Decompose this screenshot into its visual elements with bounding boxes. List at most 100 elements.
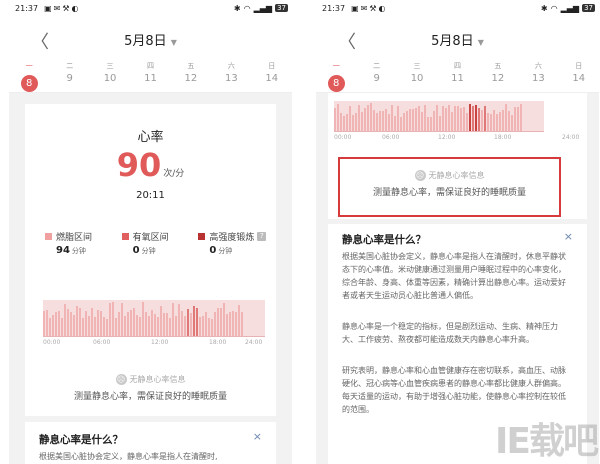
axis-label: 06:00 (93, 339, 111, 346)
chart-bar (439, 116, 441, 131)
chart-bar (349, 106, 351, 131)
chart-bar (58, 311, 60, 336)
zone-aerobic: 有氧区间 0 分钟 (121, 230, 199, 256)
day-item[interactable]: 六 13 (211, 62, 251, 92)
chart-bar (511, 115, 513, 131)
chart-bar (148, 316, 150, 336)
help-icon[interactable]: ? (257, 232, 267, 241)
chart-bar (52, 315, 54, 336)
chart-bar (379, 111, 381, 131)
chart-bar (61, 318, 63, 336)
header: 〈 5月8日 ▼ (9, 16, 292, 62)
chart-bar (43, 311, 45, 336)
date-selector[interactable]: 5月8日 ▼ (316, 30, 599, 49)
chart-bar (400, 117, 402, 131)
chart-bar (91, 308, 93, 336)
chart-bar (163, 313, 165, 336)
chart-bar (460, 108, 462, 131)
heart-rate-title: 心率 (137, 130, 164, 145)
bluetooth-icon: ✱ (233, 3, 241, 13)
chart-bar (424, 105, 426, 131)
chart-bar (178, 304, 180, 336)
chart-bar (238, 305, 240, 336)
day-item[interactable]: 六 13 (518, 62, 558, 92)
chart-bar (433, 111, 435, 131)
chart-bar (79, 308, 81, 336)
chart-bar (454, 106, 456, 131)
notification-icons: ▣✉⚒◐ (351, 3, 388, 13)
chart-bar (457, 106, 459, 131)
chart-bar (103, 317, 105, 336)
heart-rate-card: 00:00 06:00 12:00 18:00 24:00 ☹ 无静息心率信息 测… (328, 93, 587, 219)
chart-bar (67, 309, 69, 336)
chart-bar (337, 104, 339, 131)
chart-bar (505, 104, 507, 131)
chart-bar (472, 106, 474, 131)
zone-swatch (198, 233, 206, 240)
chart-bar (193, 306, 195, 336)
axis-label: 00:00 (43, 339, 61, 346)
bluetooth-icon: ✱ (540, 3, 548, 13)
chart-bar (514, 107, 516, 131)
chart-bar (223, 303, 225, 336)
day-item[interactable]: 四 11 (130, 62, 170, 92)
chart-bar (154, 314, 156, 336)
chart-bar (376, 113, 378, 131)
day-item[interactable]: 二9 (49, 62, 89, 92)
chart-bar (409, 109, 411, 131)
chart-bars (43, 300, 265, 337)
date-selector[interactable]: 5月8日 ▼ (9, 30, 292, 49)
phone-screen-left: 21:37 ▣✉⚒◐ ✱ ◠ ▂▄▆ 37 〈 5月8日 ▼ 一8 二9 三 10 … (9, 0, 292, 464)
heart-rate-zones: 燃脂区间 94 分钟 有氧区间 0 分钟 高强度锻炼? 0 分钟 (45, 230, 275, 256)
status-bar: 21:37 ▣✉⚒◐ ✱ ◠ ▂▄▆ 37 (316, 0, 599, 16)
chart-bar (373, 110, 375, 131)
chart-bar (100, 311, 102, 336)
chart-bar (520, 104, 522, 131)
chart-bar (187, 309, 189, 336)
no-resting-info: 无静息心率信息 (428, 171, 485, 180)
chart-bar (109, 303, 111, 336)
close-icon[interactable]: × (564, 230, 573, 243)
day-item[interactable]: 一8 (316, 62, 356, 92)
chart-bar (202, 316, 204, 336)
chart-bar (430, 117, 432, 131)
wifi-icon: ◠ (550, 3, 558, 13)
chart-bar (127, 312, 129, 336)
chart-bar (121, 303, 123, 336)
chart-bar (112, 302, 114, 336)
day-item[interactable]: 日 14 (559, 62, 599, 92)
day-item[interactable]: 日 14 (252, 62, 292, 92)
day-item[interactable]: 五 12 (478, 62, 518, 92)
sad-face-icon: ☹ (115, 374, 127, 385)
chart-bar (370, 103, 372, 131)
caret-down-icon: ▼ (170, 38, 177, 47)
chart-bar (106, 319, 108, 336)
chart-bar (427, 117, 429, 131)
zone-fat-burn: 燃脂区间 94 分钟 (45, 230, 122, 256)
question-title: 静息心率是什么？ (342, 234, 426, 246)
no-resting-info: 无静息心率信息 (129, 375, 186, 384)
day-item[interactable]: 二9 (356, 62, 396, 92)
chart-bar (82, 318, 84, 336)
chart-bar (385, 109, 387, 131)
chart-bar (88, 316, 90, 336)
chart-bar (76, 306, 78, 336)
day-item[interactable]: 四 11 (437, 62, 477, 92)
heart-rate-number: 90 (116, 146, 162, 184)
chart-bar (226, 314, 228, 336)
close-icon[interactable]: × (253, 430, 262, 443)
axis-label: 12:00 (151, 339, 169, 346)
day-item[interactable]: 五 12 (171, 62, 211, 92)
chart-bar (46, 310, 48, 336)
status-time: 21:37 (15, 3, 39, 13)
chart-bar (340, 113, 342, 131)
resting-info: ☹ 无静息心率信息 测量静息心率，需保证良好的睡眠质量 (25, 374, 276, 402)
chart-bar (394, 116, 396, 131)
day-item[interactable]: 一8 (9, 62, 49, 92)
day-item[interactable]: 三 10 (90, 62, 130, 92)
chart-bar (481, 110, 483, 131)
chart-bar (469, 104, 471, 131)
chart-bar (124, 316, 126, 336)
day-item[interactable]: 三 10 (397, 62, 437, 92)
chart-bar (334, 108, 336, 131)
